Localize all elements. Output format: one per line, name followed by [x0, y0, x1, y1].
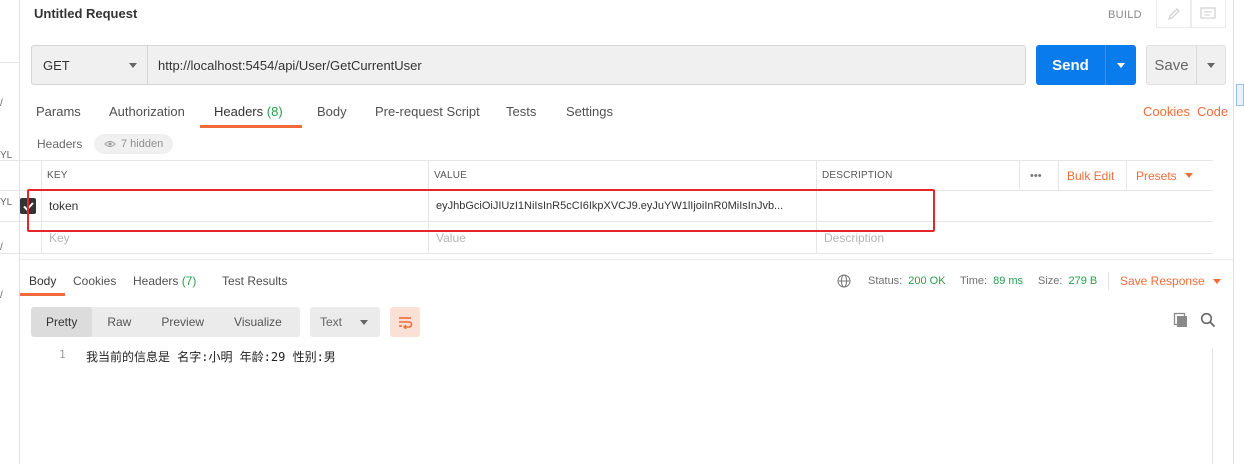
send-button[interactable]: Send: [1036, 45, 1136, 85]
chevron-down-icon: [129, 62, 137, 68]
headers-count: (8): [266, 104, 283, 119]
table-row-new: Key Value Description: [0, 222, 1213, 254]
chevron-down-icon: [360, 319, 368, 325]
view-mode-group: Pretty Raw Preview Visualize: [31, 307, 300, 337]
view-visualize-button[interactable]: Visualize: [219, 307, 297, 337]
request-title[interactable]: Untitled Request: [34, 6, 137, 21]
row-enabled-checkbox[interactable]: [20, 191, 36, 221]
header-value-input[interactable]: eyJhbGciOiJIUzI1NiIsInR5cCI6IkpXVCJ9.eyJ…: [436, 191, 808, 221]
vertical-scrollbar[interactable]: [1212, 348, 1224, 464]
new-key-input[interactable]: Key: [49, 222, 70, 253]
tab-tests[interactable]: Tests: [506, 96, 536, 128]
response-time: Time: 89 ms: [960, 266, 1023, 296]
response-body-editor[interactable]: 1 我当前的信息是 名字:小明 年龄:29 性别:男: [20, 340, 1233, 464]
column-key: KEY: [47, 170, 68, 181]
save-response-label: Save Response: [1120, 274, 1205, 288]
method-select[interactable]: GET: [32, 46, 148, 84]
check-icon: [22, 201, 34, 211]
view-pretty-button[interactable]: Pretty: [31, 307, 93, 337]
format-select[interactable]: Text: [310, 307, 380, 337]
edit-icon[interactable]: [1156, 0, 1192, 28]
response-tab-body[interactable]: Body: [20, 266, 66, 296]
more-options-icon[interactable]: •••: [1030, 161, 1042, 190]
right-panel-edge: [1233, 0, 1244, 464]
chevron-down-icon: [1184, 173, 1193, 178]
divider: [0, 62, 20, 63]
search-icon[interactable]: [1200, 312, 1216, 328]
view-raw-button[interactable]: Raw: [92, 307, 146, 337]
hidden-headers-toggle[interactable]: 7 hidden: [94, 134, 174, 154]
tab-headers[interactable]: Headers (8): [200, 96, 302, 128]
save-button[interactable]: Save: [1146, 45, 1226, 85]
build-label[interactable]: BUILD: [1108, 9, 1142, 21]
globe-icon[interactable]: [837, 266, 851, 296]
new-value-input[interactable]: Value: [436, 222, 466, 253]
header-key-input[interactable]: token: [49, 191, 78, 221]
sidebar-fragment: /: [0, 98, 3, 109]
response-size: Size: 279 B: [1038, 266, 1097, 296]
tab-pre-request-script[interactable]: Pre-request Script: [375, 96, 480, 128]
table-row: token eyJhbGciOiJIUzI1NiIsInR5cCI6IkpXVC…: [0, 191, 1213, 222]
tab-settings[interactable]: Settings: [566, 96, 613, 128]
format-label: Text: [320, 315, 343, 329]
response-tab-cookies[interactable]: Cookies: [64, 266, 125, 296]
line-number: 1: [59, 348, 66, 361]
time-value[interactable]: 89 ms: [993, 275, 1023, 287]
hidden-count: 7 hidden: [121, 138, 164, 150]
status-value[interactable]: 200 OK: [908, 275, 945, 287]
tab-authorization[interactable]: Authorization: [109, 96, 185, 128]
time-label: Time:: [960, 275, 988, 287]
wrap-lines-icon[interactable]: [390, 307, 420, 337]
tab-params[interactable]: Params: [36, 96, 81, 128]
view-preview-button[interactable]: Preview: [146, 307, 219, 337]
chevron-down-icon: [1207, 62, 1215, 68]
save-options-button[interactable]: [1196, 46, 1225, 84]
response-tab-test-results[interactable]: Test Results: [213, 266, 296, 296]
code-link[interactable]: Code: [1197, 104, 1228, 119]
response-body-line[interactable]: 我当前的信息是 名字:小明 年龄:29 性别:男: [86, 348, 336, 365]
table-header-row: KEY VALUE DESCRIPTION ••• Bulk Edit Pres…: [0, 160, 1213, 191]
headers-label: Headers: [37, 137, 83, 151]
divider: [20, 259, 1233, 260]
new-description-input[interactable]: Description: [824, 222, 884, 253]
column-description: DESCRIPTION: [822, 170, 893, 181]
comments-icon[interactable]: [1190, 0, 1226, 28]
cookies-link[interactable]: Cookies: [1143, 104, 1190, 119]
presets-label: Presets: [1136, 168, 1177, 183]
status-label: Status:: [868, 275, 903, 287]
send-options-button[interactable]: [1105, 45, 1136, 85]
column-value: VALUE: [434, 170, 468, 181]
response-headers-count: (7): [181, 274, 197, 288]
presets-dropdown[interactable]: Presets: [1136, 161, 1193, 190]
size-value[interactable]: 279 B: [1068, 275, 1097, 287]
response-status: Status: 200 OK: [868, 266, 946, 296]
sidebar-fragment: /: [0, 290, 3, 301]
url-input[interactable]: http://localhost:5454/api/User/GetCurren…: [148, 46, 1025, 84]
request-url-bar: GET http://localhost:5454/api/User/GetCu…: [31, 45, 1026, 85]
side-tag[interactable]: [1236, 84, 1244, 106]
chevron-down-icon: [1117, 62, 1125, 68]
copy-icon[interactable]: [1173, 312, 1189, 328]
method-label: GET: [43, 57, 70, 73]
eye-icon: [104, 141, 116, 147]
send-label: Send: [1052, 56, 1089, 74]
save-label: Save: [1154, 56, 1189, 74]
response-tab-headers[interactable]: Headers (7): [124, 266, 205, 296]
save-response-dropdown[interactable]: Save Response: [1108, 272, 1221, 290]
chevron-down-icon: [1212, 278, 1221, 284]
bulk-edit-link[interactable]: Bulk Edit: [1067, 161, 1114, 190]
tab-body[interactable]: Body: [317, 96, 347, 128]
size-label: Size:: [1038, 275, 1063, 287]
